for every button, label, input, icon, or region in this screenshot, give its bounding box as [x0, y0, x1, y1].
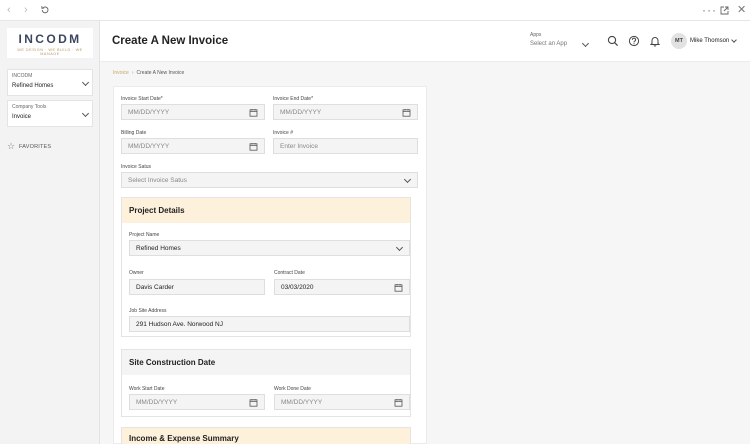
apps-select[interactable]: Apps Select an App	[526, 32, 596, 52]
company-select-label: INCODM	[12, 73, 33, 79]
sidebar: INCODM WE DESIGN · WE BUILD · WE MANAGE …	[0, 21, 100, 444]
chevron-down-icon	[81, 78, 90, 87]
company-select-value: Refined Homes	[12, 83, 54, 89]
work-done-date-label: Work Done Date	[274, 386, 311, 392]
invoice-form: Invoice Start Date* MM/DD/YYYY Invoice E…	[113, 86, 427, 444]
invoice-end-date-input[interactable]: MM/DD/YYYY	[273, 104, 418, 120]
brand-tagline: WE DESIGN · WE BUILD · WE MANAGE	[17, 48, 83, 56]
project-details-title: Project Details	[129, 206, 185, 215]
contract-date-input[interactable]: 03/03/2020	[274, 279, 410, 295]
bell-icon[interactable]	[649, 35, 661, 47]
site-construction-header: Site Construction Date	[122, 350, 410, 375]
star-icon: ☆	[7, 141, 16, 151]
invoice-end-date-placeholder: MM/DD/YYYY	[280, 109, 322, 116]
chevron-down-icon[interactable]	[731, 37, 737, 43]
work-start-date-label: Work Start Date	[129, 386, 165, 392]
back-arrow-icon[interactable]: ‹	[7, 4, 11, 16]
billing-date-input[interactable]: MM/DD/YYYY	[121, 138, 265, 154]
breadcrumb: Invoice › Create A New Invoice	[113, 70, 184, 76]
invoice-start-date-input[interactable]: MM/DD/YYYY	[121, 104, 265, 120]
popout-icon[interactable]	[720, 6, 729, 15]
owner-label: Owner	[129, 270, 144, 276]
calendar-icon[interactable]	[402, 108, 411, 117]
company-tools-label: Company Tools	[12, 104, 47, 110]
contract-date-value: 03/03/2020	[281, 284, 314, 291]
user-name[interactable]: Mike Thomson	[690, 38, 729, 44]
company-select[interactable]: INCODM Refined Homes	[7, 69, 93, 96]
chevron-down-icon	[395, 243, 404, 252]
browser-toolbar: ‹ › ··· ✕	[0, 0, 750, 21]
invoice-number-placeholder: Enter Invoice	[280, 143, 318, 150]
chevron-down-icon	[81, 109, 90, 118]
invoice-end-date-label: Invoice End Date*	[273, 96, 314, 102]
chevron-down-icon	[581, 39, 590, 48]
reload-icon[interactable]	[40, 5, 50, 15]
help-icon[interactable]	[628, 35, 640, 47]
project-name-select[interactable]: Refined Homes	[129, 240, 410, 256]
income-expense-title: Income & Expense Summary	[129, 434, 239, 443]
favorites-label: FAVORITES	[19, 144, 52, 150]
owner-value: Davis Carder	[136, 284, 174, 291]
invoice-number-input[interactable]: Enter Invoice	[273, 138, 418, 154]
invoice-start-date-label: Invoice Start Date*	[121, 96, 163, 102]
brand-name: INCODM	[18, 32, 82, 46]
breadcrumb-separator: ›	[131, 70, 134, 76]
calendar-icon[interactable]	[249, 398, 258, 407]
search-icon[interactable]	[607, 35, 619, 47]
invoice-start-date-placeholder: MM/DD/YYYY	[128, 109, 170, 116]
job-site-address-input[interactable]: 291 Hudson Ave. Norwood NJ	[129, 316, 410, 332]
calendar-icon[interactable]	[249, 142, 258, 151]
close-icon[interactable]: ✕	[737, 4, 746, 16]
invoice-status-placeholder: Select Invoice Satus	[128, 177, 187, 184]
invoice-number-label: Invoice #	[273, 130, 294, 136]
project-name-value: Refined Homes	[136, 245, 181, 252]
apps-label: Apps	[530, 32, 542, 38]
owner-input[interactable]: Davis Carder	[129, 279, 265, 295]
project-details-section: Project Details Project Name Refined Hom…	[121, 197, 411, 337]
work-start-date-placeholder: MM/DD/YYYY	[136, 399, 178, 406]
job-site-address-value: 291 Hudson Ave. Norwood NJ	[136, 321, 223, 328]
calendar-icon[interactable]	[394, 398, 403, 407]
job-site-address-label: Job Site Address	[129, 308, 167, 314]
income-expense-section: Income & Expense Summary	[121, 427, 411, 444]
main-content: Invoice › Create A New Invoice Invoice Sta…	[100, 62, 750, 444]
invoice-status-select[interactable]: Select Invoice Satus	[121, 172, 418, 188]
calendar-icon[interactable]	[249, 108, 258, 117]
apps-placeholder: Select an App	[530, 41, 568, 47]
site-construction-section: Site Construction Date Work Start Date M…	[121, 349, 411, 417]
work-done-date-input[interactable]: MM/DD/YYYY	[274, 394, 410, 410]
avatar[interactable]: MT	[671, 33, 687, 49]
company-tools-select[interactable]: Company Tools Invoice	[7, 100, 93, 127]
company-tools-value: Invoice	[12, 114, 32, 120]
breadcrumb-home[interactable]: Invoice	[113, 70, 129, 76]
breadcrumb-current: Create A New Invoice	[136, 70, 185, 76]
work-start-date-input[interactable]: MM/DD/YYYY	[129, 394, 265, 410]
invoice-status-label: Invoice Satus	[121, 164, 152, 170]
favorites-link[interactable]: ☆ FAVORITES	[7, 141, 51, 152]
forward-arrow-icon[interactable]: ›	[24, 4, 28, 16]
chevron-down-icon	[403, 175, 412, 184]
page-title: Create A New Invoice	[112, 35, 229, 47]
calendar-icon[interactable]	[394, 283, 403, 292]
more-options-icon[interactable]: ···	[702, 4, 717, 16]
billing-date-placeholder: MM/DD/YYYY	[128, 143, 170, 150]
contract-date-label: Contract Date	[274, 270, 305, 276]
project-details-header: Project Details	[122, 198, 410, 223]
billing-date-label: Billing Date	[121, 130, 147, 136]
company-logo: INCODM WE DESIGN · WE BUILD · WE MANAGE	[7, 28, 93, 58]
project-name-label: Project Name	[129, 232, 160, 238]
page-header: Create A New Invoice Apps Select an App …	[100, 21, 750, 62]
site-construction-title: Site Construction Date	[129, 358, 216, 367]
income-expense-header: Income & Expense Summary	[122, 428, 410, 444]
work-done-date-placeholder: MM/DD/YYYY	[281, 399, 323, 406]
